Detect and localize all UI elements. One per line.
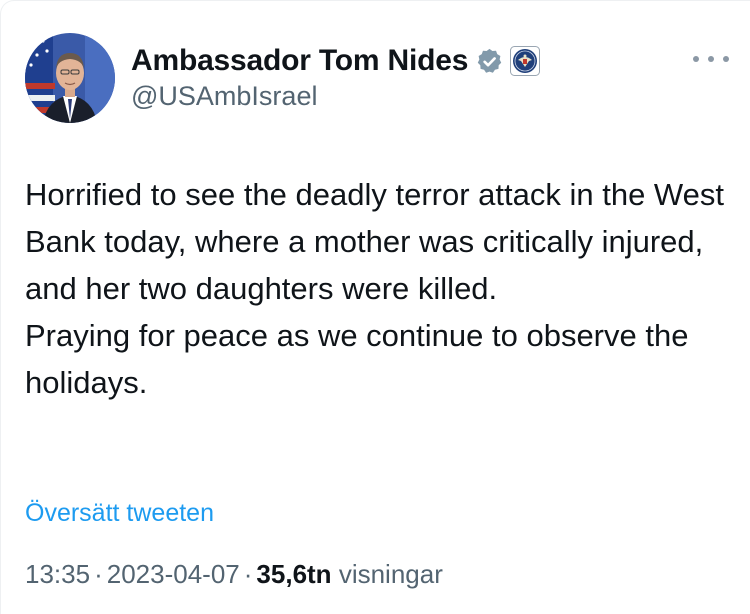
tweet-text: Horrified to see the deadly terror attac… (25, 171, 725, 406)
author-handle[interactable]: @USAmbIsrael (131, 81, 317, 112)
avatar-photo (25, 33, 115, 123)
dot (708, 56, 714, 62)
separator: · (243, 559, 253, 589)
us-embassy-seal-icon[interactable] (510, 46, 541, 76)
tweet-paragraph: Horrified to see the deadly terror attac… (25, 177, 724, 306)
translate-tweet-link[interactable]: Översätt tweeten (25, 499, 214, 528)
views-label: visningar (338, 559, 443, 589)
tweet-paragraph: Praying for peace as we continue to obse… (25, 318, 689, 400)
views-count[interactable]: 35,6tn (256, 559, 331, 589)
dot (693, 56, 699, 62)
avatar[interactable] (25, 33, 115, 123)
display-name[interactable]: Ambassador Tom Nides (131, 44, 468, 78)
dot (723, 56, 729, 62)
separator: · (94, 559, 103, 589)
more-options-icon[interactable] (693, 49, 729, 69)
tweet-date[interactable]: 2023-04-07 (107, 559, 240, 589)
tweet-time[interactable]: 13:35 (25, 559, 90, 589)
verified-badge-icon[interactable] (475, 47, 504, 76)
author-name-row: Ambassador Tom Nides (131, 41, 541, 81)
tweet-metadata: 13:35 · 2023-04-07 · 35,6tn visningar (25, 559, 443, 590)
tweet-card: Ambassador Tom Nides @USAmbIsrael Horrif… (0, 0, 750, 614)
